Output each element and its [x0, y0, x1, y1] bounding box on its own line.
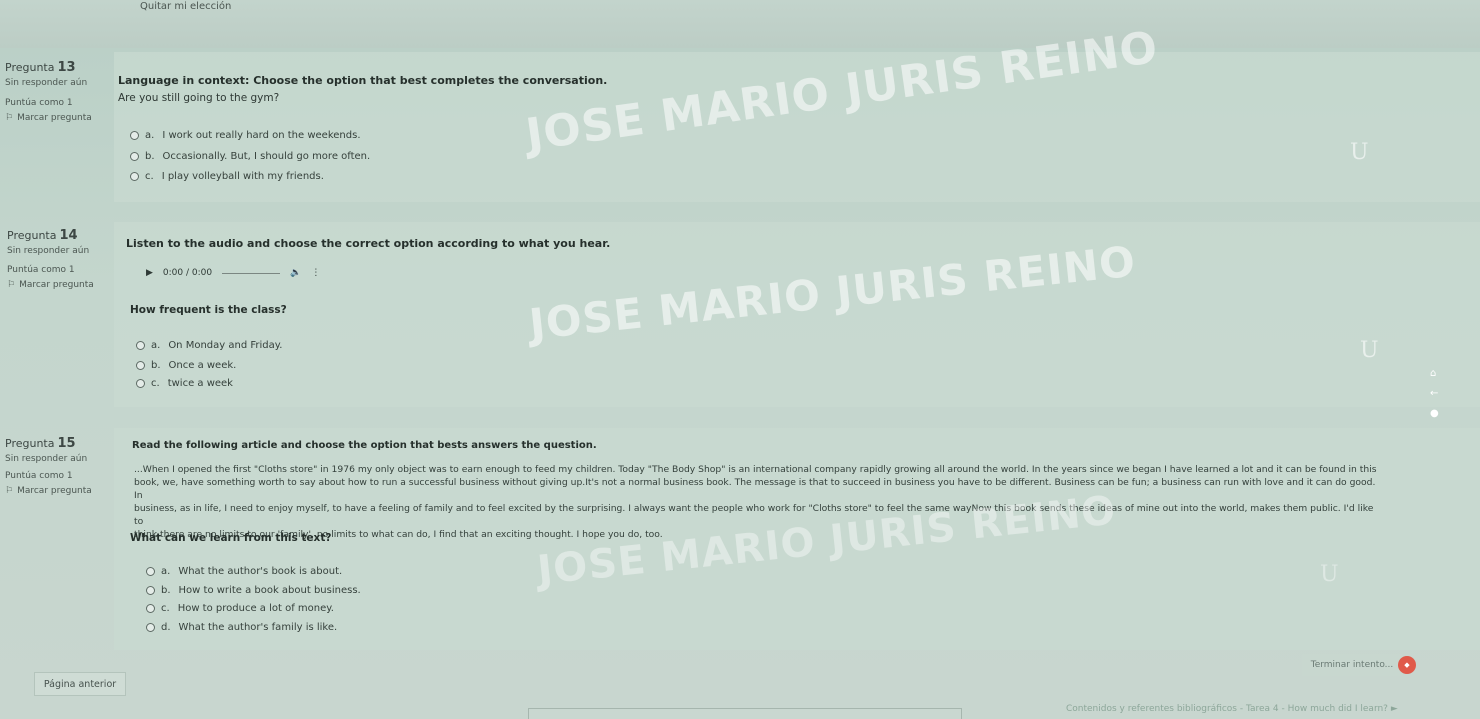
option-a[interactable]: a. What the author's book is about. — [146, 566, 342, 577]
university-logo-icon: U — [1320, 562, 1339, 587]
radio-button[interactable] — [146, 604, 155, 613]
question-prompt: Read the following article and choose th… — [132, 440, 597, 451]
flag-icon: ⚐ — [5, 113, 14, 123]
page-select-bar[interactable] — [528, 708, 962, 719]
more-options-icon[interactable]: ⋮ — [311, 268, 320, 278]
previous-page-button[interactable]: Página anterior — [34, 672, 126, 696]
volume-icon[interactable]: 🔈 — [290, 268, 301, 278]
question-status: Sin responder aún — [7, 246, 90, 256]
option-b[interactable]: b. Occasionally. But, I should go more of… — [130, 151, 370, 162]
option-c[interactable]: c. twice a week — [136, 378, 233, 389]
radio-button[interactable] — [130, 152, 139, 161]
radio-button[interactable] — [130, 131, 139, 140]
audio-time: 0:00 / 0:00 — [162, 268, 213, 278]
radio-button[interactable] — [146, 586, 155, 595]
university-logo-icon: U — [1350, 140, 1369, 165]
audio-progress-bar[interactable] — [222, 272, 281, 274]
flag-question-button[interactable]: ⚐ Marcar pregunta — [5, 486, 115, 496]
flag-icon: ⚐ — [7, 280, 16, 290]
question-prompt: Language in context: Choose the option t… — [118, 74, 608, 87]
question-15-info: Pregunta 15 Sin responder aún Puntúa como… — [5, 436, 115, 496]
question-status: Sin responder aún — [5, 78, 88, 88]
question-status: Sin responder aún — [5, 454, 88, 464]
radio-button[interactable] — [146, 623, 155, 632]
flag-icon: ⚐ — [5, 486, 14, 496]
question-number: 13 — [57, 60, 76, 75]
help-icon[interactable]: ● — [1430, 408, 1439, 419]
option-b[interactable]: b. How to write a book about business. — [146, 585, 361, 596]
question-13-info: Pregunta 13 Sin responder aún Puntúa como… — [5, 60, 115, 123]
play-icon[interactable]: ▶ — [146, 268, 153, 278]
option-c[interactable]: c. I play volleyball with my friends. — [130, 171, 324, 182]
finish-attempt-link[interactable]: Terminar intento... — [1302, 654, 1402, 676]
question-text: Are you still going to the gym? — [118, 92, 280, 104]
article-line: ...When I opened the first "Cloths store… — [134, 464, 1377, 475]
option-c[interactable]: c. How to produce a lot of money. — [146, 603, 334, 614]
question-score: Puntúa como 1 — [5, 471, 73, 481]
back-arrow-icon[interactable]: ← — [1430, 388, 1438, 399]
university-logo-icon: U — [1360, 338, 1379, 363]
radio-button[interactable] — [136, 361, 145, 370]
option-b[interactable]: b. Once a week. — [136, 360, 236, 371]
question-number: 15 — [57, 436, 76, 451]
audio-player[interactable]: ▶ 0:00 / 0:00 🔈 ⋮ — [146, 268, 320, 278]
next-activity-link[interactable]: Contenidos y referentes bibliográficos -… — [1066, 704, 1398, 714]
article-line: book, we, have something worth to say ab… — [134, 477, 1376, 501]
question-prompt: Listen to the audio and choose the corre… — [126, 237, 611, 250]
radio-button[interactable] — [136, 379, 145, 388]
option-a[interactable]: a. On Monday and Friday. — [136, 340, 282, 351]
question-14-info: Pregunta 14 Sin responder aún Puntúa como… — [7, 228, 117, 290]
question-text: What can we learn from this text? — [130, 532, 332, 544]
option-a[interactable]: a. I work out really hard on the weekends… — [130, 130, 361, 141]
radio-button[interactable] — [146, 567, 155, 576]
remove-choice-link[interactable]: Quitar mi elección — [140, 1, 231, 12]
question-score: Puntúa como 1 — [5, 98, 73, 108]
home-icon[interactable]: ⌂ — [1430, 368, 1436, 379]
question-score: Puntúa como 1 — [7, 265, 75, 275]
flag-question-button[interactable]: ⚐ Marcar pregunta — [7, 280, 117, 290]
flag-question-button[interactable]: ⚐ Marcar pregunta — [5, 113, 115, 123]
notification-badge-icon: ◆ — [1398, 656, 1416, 674]
radio-button[interactable] — [136, 341, 145, 350]
question-number: 14 — [59, 228, 78, 243]
option-d[interactable]: d. What the author's family is like. — [146, 622, 337, 633]
radio-button[interactable] — [130, 172, 139, 181]
question-text: How frequent is the class? — [130, 304, 287, 316]
